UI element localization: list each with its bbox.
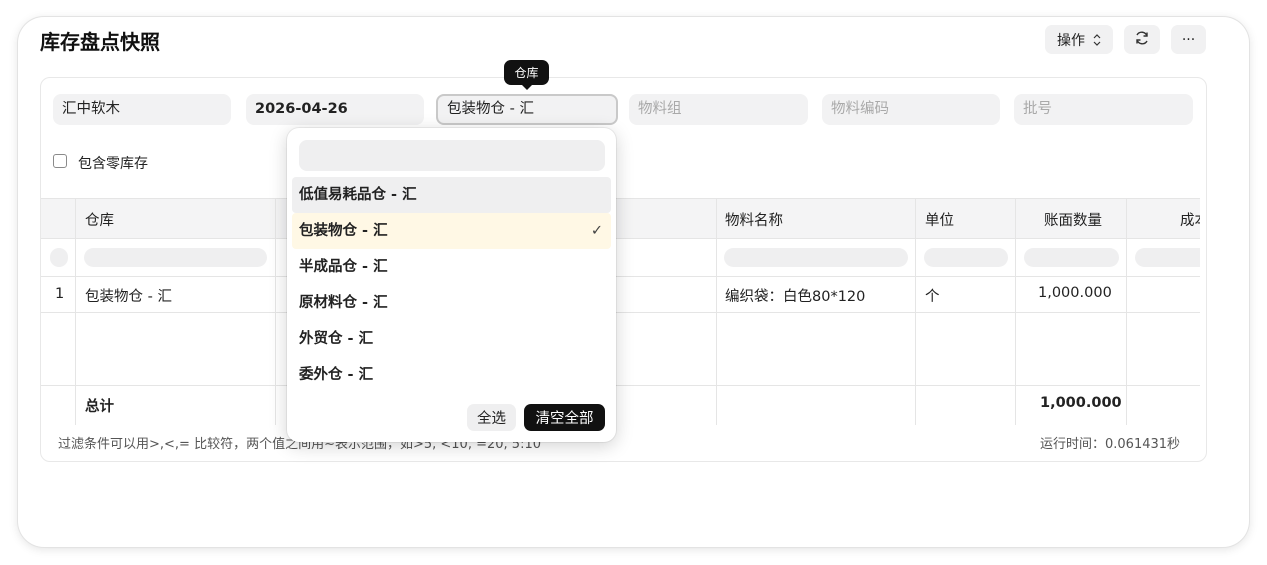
actions-button[interactable]: 操作 bbox=[1045, 25, 1113, 54]
sort-chevron-icon bbox=[1093, 33, 1101, 46]
option-label: 外贸仓 - 汇 bbox=[299, 331, 374, 347]
item-code-field[interactable]: 物料编码 bbox=[822, 94, 1000, 125]
page-title: 库存盘点快照 bbox=[40, 30, 160, 54]
filter-item-name-input[interactable] bbox=[724, 248, 908, 267]
dropdown-option[interactable]: 低值易耗品仓 - 汇 bbox=[292, 177, 611, 213]
column-header-unit[interactable]: 单位 bbox=[925, 209, 954, 230]
select-all-button[interactable]: 全选 bbox=[467, 404, 516, 431]
batch-field[interactable]: 批号 bbox=[1014, 94, 1193, 125]
option-label: 原材料仓 - 汇 bbox=[299, 295, 388, 311]
column-header-cost[interactable]: 成本 bbox=[1180, 209, 1200, 230]
more-icon: ··· bbox=[1181, 31, 1196, 48]
table-header bbox=[41, 199, 1200, 239]
dropdown-search-input[interactable] bbox=[299, 140, 605, 171]
include-zero-label: 包含零库存 bbox=[78, 156, 148, 172]
date-field[interactable]: 2026-04-26 bbox=[246, 94, 424, 125]
dropdown-option[interactable]: 原材料仓 - 汇 bbox=[292, 285, 611, 321]
company-field[interactable]: 汇中软木 bbox=[53, 94, 231, 125]
dropdown-option[interactable]: 外贸仓 - 汇 bbox=[292, 321, 611, 357]
row-item-name: 编织袋：白色80*120 bbox=[725, 289, 866, 305]
dropdown-option[interactable]: 半成品仓 - 汇 bbox=[292, 249, 611, 285]
option-label: 半成品仓 - 汇 bbox=[299, 259, 388, 275]
column-header-qty[interactable]: 账面数量 bbox=[1044, 209, 1102, 230]
item-group-field[interactable]: 物料组 bbox=[629, 94, 808, 125]
row-unit: 个 bbox=[925, 289, 940, 305]
row-qty: 1,000.000 bbox=[1038, 285, 1112, 301]
filter-warehouse-input[interactable] bbox=[84, 248, 267, 267]
table-row[interactable] bbox=[41, 276, 1200, 313]
refresh-button[interactable] bbox=[1124, 25, 1160, 54]
total-qty: 1,000.000 bbox=[1040, 395, 1122, 411]
warehouse-tooltip: 仓库 bbox=[504, 60, 549, 90]
filter-unit-input[interactable] bbox=[924, 248, 1008, 267]
more-button[interactable]: ··· bbox=[1171, 25, 1206, 54]
filter-qty-input[interactable] bbox=[1024, 248, 1119, 267]
column-header-item-name[interactable]: 物料名称 bbox=[725, 209, 783, 230]
dropdown-option[interactable]: 委外仓 - 汇 bbox=[292, 357, 611, 393]
check-icon: ✓ bbox=[590, 223, 603, 239]
filter-cost-input[interactable] bbox=[1135, 248, 1200, 267]
include-zero-checkbox[interactable] bbox=[53, 154, 67, 168]
option-label: 低值易耗品仓 - 汇 bbox=[299, 187, 417, 203]
warehouse-field[interactable]: 包装物仓 - 汇 bbox=[436, 94, 618, 125]
dropdown-option[interactable]: 包装物仓 - 汇 ✓ bbox=[292, 213, 611, 249]
actions-label: 操作 bbox=[1057, 32, 1085, 49]
column-header-warehouse[interactable]: 仓库 bbox=[85, 209, 114, 230]
report-table: 仓库 物料名称 单位 账面数量 成本 1 包装物仓 - 汇 编织袋：白色80*1… bbox=[41, 198, 1200, 425]
option-label: 包装物仓 - 汇 bbox=[299, 223, 388, 239]
report-window: 库存盘点快照 操作 ··· 汇中软木 2026-04-26 包装物仓 - 汇 物… bbox=[18, 17, 1249, 547]
filter-index-input[interactable] bbox=[50, 248, 68, 267]
warehouse-dropdown: 低值易耗品仓 - 汇 包装物仓 - 汇 ✓ 半成品仓 - 汇 原材料仓 - 汇 外… bbox=[287, 128, 616, 442]
row-warehouse: 包装物仓 - 汇 bbox=[85, 289, 172, 305]
total-label: 总计 bbox=[85, 399, 114, 415]
clear-all-button[interactable]: 清空全部 bbox=[524, 404, 605, 431]
row-index: 1 bbox=[55, 286, 65, 302]
runtime-text: 运行时间：0.061431秒 bbox=[1040, 437, 1181, 452]
refresh-icon bbox=[1134, 30, 1150, 50]
option-label: 委外仓 - 汇 bbox=[299, 367, 374, 383]
